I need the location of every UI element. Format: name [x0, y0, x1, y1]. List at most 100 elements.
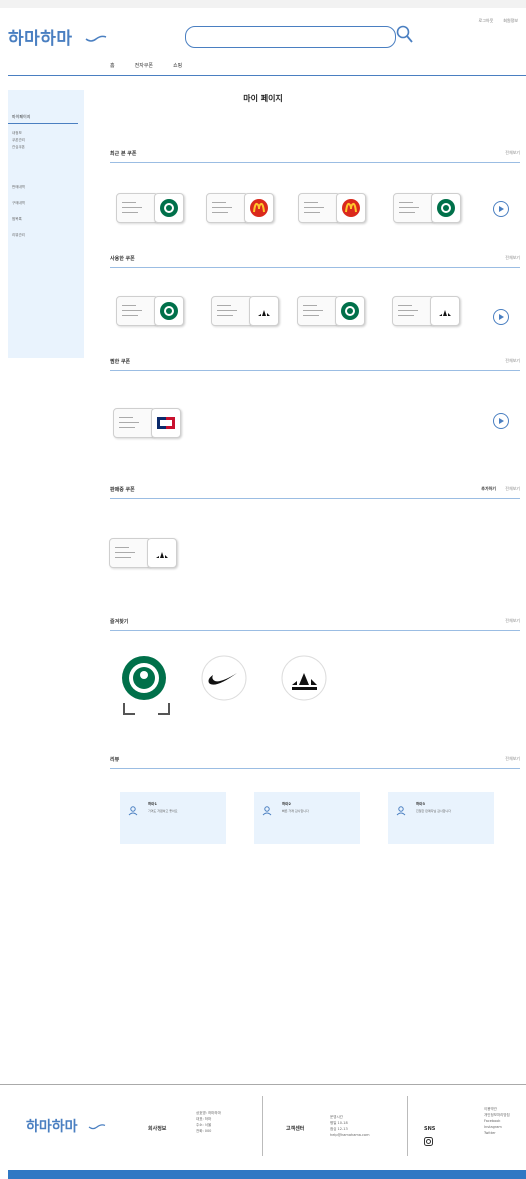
coupon-card[interactable] [211, 296, 283, 326]
site-logo[interactable]: 하마하마 [8, 24, 107, 49]
nav-ecoupon[interactable]: 전자쿠폰 [135, 62, 153, 69]
adidas-brand-button[interactable] [281, 655, 327, 701]
sidebar-item-sales[interactable]: 판매내역 [12, 185, 25, 190]
sidebar: 마이페이지 내정보 쿠폰관리 관심쿠폰 판매내역 구매내역 찜목록 리뷰관리 [8, 90, 84, 358]
coupon-card[interactable] [109, 538, 181, 568]
sidebar-item-purchases[interactable]: 구매내역 [12, 201, 25, 206]
reviews-divider [110, 768, 520, 769]
reviews-more-link[interactable]: 전체보기 [505, 756, 520, 762]
review-author: 하마3 [416, 802, 425, 806]
adidas-icon [249, 296, 279, 326]
coupon-card[interactable] [116, 193, 188, 223]
add-coupon-link[interactable]: 추가하기 [481, 486, 496, 492]
nav-shop[interactable]: 쇼핑 [173, 62, 182, 69]
nike-brand-button[interactable] [201, 655, 247, 701]
starbucks-icon [154, 296, 184, 326]
mcdonalds-icon [244, 193, 274, 223]
coupon-ticket [298, 193, 340, 223]
starbucks-icon [122, 656, 166, 700]
brands-section-title: 즐겨찾기 [110, 619, 129, 625]
sidebar-item-coupons[interactable]: 쿠폰관리 [12, 138, 25, 143]
wing-icon [85, 35, 107, 42]
recent-next-button[interactable] [493, 201, 509, 217]
coupon-ticket [211, 296, 253, 326]
selling-more-link[interactable]: 전체보기 [505, 486, 520, 492]
coupon-card[interactable] [206, 193, 278, 223]
review-card[interactable]: 하마1 가격도 저렴하고 좋아요 [120, 792, 226, 844]
nav-home[interactable]: 홈 [110, 62, 115, 69]
review-card[interactable]: 하마2 빠른 거래 감사합니다 [254, 792, 360, 844]
top-strip [0, 0, 526, 8]
coupon-card[interactable] [113, 408, 185, 438]
logout-link[interactable]: 로그아웃 [479, 18, 494, 24]
recent-more-link[interactable]: 전체보기 [505, 150, 520, 156]
adidas-icon [147, 538, 177, 568]
sidebar-title: 마이페이지 [12, 114, 31, 119]
coupon-card[interactable] [116, 296, 188, 326]
used-divider [110, 267, 520, 268]
used-more-link[interactable]: 전체보기 [505, 255, 520, 261]
reviews-section-title: 리뷰 [110, 757, 120, 763]
footer-separator [407, 1096, 408, 1156]
coupon-ticket [116, 296, 158, 326]
sidebar-item-reviews[interactable]: 리뷰관리 [12, 233, 25, 238]
coupon-card[interactable] [392, 296, 464, 326]
search-icon[interactable] [396, 25, 414, 45]
coupon-card[interactable] [298, 193, 370, 223]
user-icon [396, 806, 406, 816]
wing-icon [89, 1124, 106, 1130]
play-icon [499, 314, 504, 320]
user-icon [128, 806, 138, 816]
starbucks-icon [154, 193, 184, 223]
footer-separator [262, 1096, 263, 1156]
liked-more-link[interactable]: 전체보기 [505, 358, 520, 364]
header-divider [8, 75, 526, 76]
liked-section-title: 찜한 쿠폰 [110, 359, 131, 365]
footer-support-info: 운영시간 평일 10-18 점심 12-13 help@hamahama.com [330, 1115, 370, 1137]
search-input[interactable] [185, 26, 396, 48]
footer-support-title: 고객센터 [286, 1126, 305, 1132]
coupon-card[interactable] [393, 193, 465, 223]
sidebar-divider [8, 123, 78, 124]
account-link[interactable]: 회원정보 [503, 18, 518, 24]
bottom-bar [8, 1170, 526, 1179]
instagram-icon[interactable] [424, 1137, 433, 1146]
used-next-button[interactable] [493, 309, 509, 325]
footer-company-title: 회사정보 [148, 1126, 167, 1132]
footer-logo-text: 하마하마 [26, 1119, 78, 1135]
coupon-ticket [393, 193, 435, 223]
review-text: 가격도 저렴하고 좋아요 [148, 809, 178, 813]
footer-company-info: 상호명: 하마하마 대표: 하마 주소: 서울 전화: 000 [196, 1111, 221, 1133]
selected-corner-left [123, 703, 135, 715]
footer-logo[interactable]: 하마하마 [26, 1116, 106, 1136]
play-icon [499, 206, 504, 212]
brands-more-link[interactable]: 전체보기 [505, 618, 520, 624]
recent-divider [110, 162, 520, 163]
sidebar-item-wishlist[interactable]: 찜목록 [12, 217, 22, 222]
adidas-icon [281, 655, 327, 701]
review-author: 하마2 [282, 802, 291, 806]
sidebar-item-info[interactable]: 내정보 [12, 131, 22, 136]
logo-text: 하마하마 [8, 29, 73, 49]
coupon-ticket [206, 193, 248, 223]
liked-next-button[interactable] [493, 413, 509, 429]
starbucks-icon [431, 193, 461, 223]
liked-divider [110, 370, 520, 371]
coupon-ticket [113, 408, 155, 438]
user-icon [262, 806, 272, 816]
adidas-icon [430, 296, 460, 326]
review-author: 하마1 [148, 802, 157, 806]
starbucks-brand-button[interactable] [121, 655, 167, 701]
review-card[interactable]: 하마3 친절한 판매자님 감사합니다 [388, 792, 494, 844]
starbucks-icon [335, 296, 365, 326]
coupon-card[interactable] [297, 296, 369, 326]
used-section-title: 사용한 쿠폰 [110, 256, 135, 262]
coupon-ticket [109, 538, 151, 568]
footer-links: 이용약관 개인정보처리방침 Facebook Instagram Twitter [484, 1107, 510, 1135]
mcdonalds-icon [336, 193, 366, 223]
page-title: 마이 페이지 [243, 94, 283, 103]
tommy-hilfiger-icon [151, 408, 181, 438]
main-nav: 홈 전자쿠폰 쇼핑 [110, 62, 182, 69]
sidebar-item-liked[interactable]: 관심쿠폰 [12, 145, 25, 150]
recent-section-title: 최근 본 쿠폰 [110, 151, 137, 157]
